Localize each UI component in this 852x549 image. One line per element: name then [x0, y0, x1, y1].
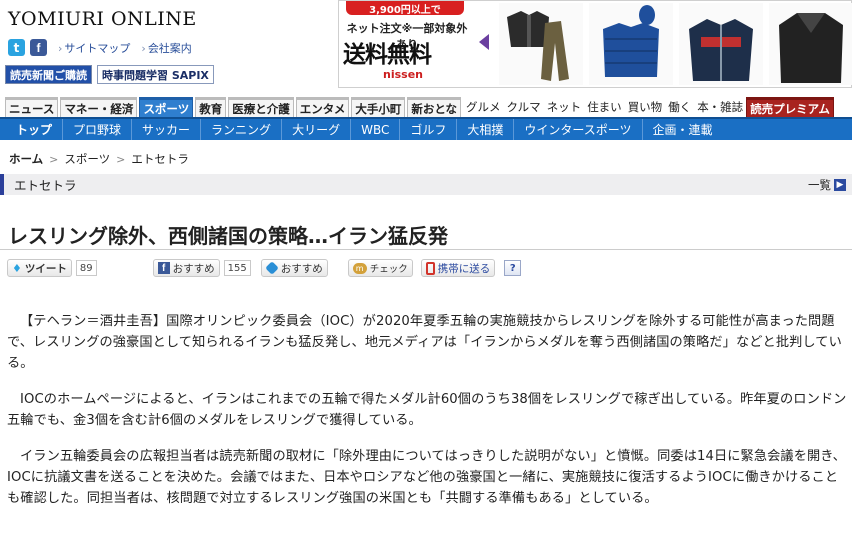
subnav-features[interactable]: 企画・連載	[643, 119, 723, 140]
nav-link-car[interactable]: クルマ	[507, 97, 541, 117]
recommend-button[interactable]: おすすめ	[260, 259, 328, 277]
share-bar: ♦ ツイート 89 f おすすめ 155 おすすめ m チェック 携帯に送る ?	[7, 258, 522, 278]
subnav-soccer[interactable]: サッカー	[132, 119, 202, 140]
facebook-count: 155	[223, 260, 251, 276]
article-paragraph: IOCのホームページによると、イランはこれまでの五輪で得たメダル計60個のうち3…	[7, 392, 847, 428]
tab-medical[interactable]: 医療と介護	[228, 97, 294, 117]
facebook-recommend-label: おすすめ	[172, 262, 215, 275]
nav-link-gourmet[interactable]: グルメ	[466, 97, 501, 117]
facebook-recommend-button[interactable]: f おすすめ	[152, 259, 220, 277]
nav-link-work[interactable]: 働く	[668, 97, 691, 117]
nav-link-housing[interactable]: 住まい	[587, 97, 622, 117]
subnav-winter[interactable]: ウインタースポーツ	[514, 119, 643, 140]
tweet-button[interactable]: ♦ ツイート	[7, 259, 72, 277]
facebook-icon[interactable]: f	[30, 39, 47, 56]
sports-sub-nav: トップ プロ野球 サッカー ランニング 大リーグ WBC ゴルフ 大相撲 ウイン…	[0, 117, 852, 140]
article-paragraph: イラン五輪委員会の広報担当者は読売新聞の取材に「除外理由についてはっきりした説明…	[7, 449, 846, 506]
facebook-icon: f	[157, 262, 170, 274]
promo-buttons: 読売新聞ご購読 時事問題学習 SAPIX	[5, 65, 214, 84]
site-header: YOMIURI ONLINE t f サイトマップ 会社案内 読売新聞ご購読 時…	[0, 0, 852, 92]
subnav-wbc[interactable]: WBC	[351, 119, 401, 140]
mixi-icon: m	[352, 262, 367, 274]
breadcrumb-separator-icon: >	[116, 152, 126, 166]
recommend-icon	[264, 261, 279, 275]
mobile-phone-icon	[425, 261, 435, 275]
ad-tag: 3,900円以上で	[346, 1, 464, 16]
breadcrumb-sports[interactable]: スポーツ	[64, 151, 110, 167]
tweet-label: ツイート	[24, 262, 67, 275]
article-paragraph: 【テヘラン＝酒井圭吾】国際オリンピック委員会（IOC）が2020年夏季五輪の実施…	[7, 314, 842, 371]
nav-link-shopping[interactable]: 買い物	[628, 97, 663, 117]
breadcrumb-current: エトセトラ	[131, 152, 189, 166]
banner-ad[interactable]: 3,900円以上で ネット注文※一部対象外あり 送料無料 nissen	[338, 0, 852, 88]
section-header: エトセトラ 一覧 ▶	[0, 174, 852, 195]
article-title: レスリング除外、西側諸国の策略…イラン猛反発	[8, 224, 448, 248]
subnav-baseball[interactable]: プロ野球	[63, 119, 133, 140]
tab-komachi[interactable]: 大手小町	[351, 97, 406, 117]
section-title: エトセトラ	[14, 178, 77, 193]
tweet-count: 89	[75, 260, 97, 276]
send-to-mobile-button[interactable]: 携帯に送る	[420, 259, 496, 277]
tab-money[interactable]: マネー・経済	[60, 97, 138, 117]
breadcrumb-home[interactable]: ホーム	[9, 151, 43, 167]
article-body: 【テヘラン＝酒井圭吾】国際オリンピック委員会（IOC）が2020年夏季五輪の実施…	[7, 311, 849, 524]
ad-prev-arrow-icon[interactable]	[479, 34, 489, 50]
subnav-running[interactable]: ランニング	[201, 119, 283, 140]
arrow-right-icon: ▶	[834, 178, 846, 191]
ad-text-block: 3,900円以上で ネット注文※一部対象外あり 送料無料 nissen	[339, 1, 471, 87]
breadcrumb-separator-icon: >	[49, 152, 59, 166]
product-hoodie-image[interactable]	[679, 3, 763, 85]
ad-brand: nissen	[383, 68, 423, 81]
subscribe-button[interactable]: 読売新聞ご購読	[5, 65, 92, 84]
section-list-label: 一覧	[808, 177, 831, 192]
tab-premium[interactable]: 読売プレミアム	[746, 97, 834, 117]
tab-entame[interactable]: エンタメ	[295, 97, 350, 117]
twitter-bird-icon: ♦	[12, 261, 22, 275]
sapix-button[interactable]: 時事問題学習 SAPIX	[97, 65, 214, 84]
breadcrumb: ホーム > スポーツ > エトセトラ	[9, 151, 189, 167]
title-divider	[0, 249, 852, 250]
product-jacket-pants-image[interactable]	[499, 3, 583, 85]
twitter-icon[interactable]: t	[8, 39, 25, 56]
tab-sports[interactable]: スポーツ	[139, 97, 194, 117]
social-links: t f サイトマップ 会社案内	[8, 39, 192, 56]
send-to-mobile-label: 携帯に送る	[437, 262, 491, 275]
main-nav: ニュース マネー・経済 スポーツ 教育 医療と介護 エンタメ 大手小町 新おとな…	[5, 95, 852, 117]
mixi-label: チェック	[369, 264, 408, 275]
recommend-label: おすすめ	[280, 262, 323, 275]
company-link[interactable]: 会社案内	[141, 40, 192, 56]
section-list-link[interactable]: 一覧 ▶	[808, 177, 846, 193]
help-button[interactable]: ?	[504, 260, 522, 276]
subnav-mlb[interactable]: 大リーグ	[282, 119, 352, 140]
site-logo[interactable]: YOMIURI ONLINE	[8, 8, 197, 30]
subnav-sumo[interactable]: 大相撲	[457, 119, 515, 140]
mixi-check-button[interactable]: m チェック	[347, 259, 413, 277]
tab-news[interactable]: ニュース	[5, 97, 59, 117]
subnav-golf[interactable]: ゴルフ	[400, 119, 458, 140]
tab-shin-otona[interactable]: 新おとな	[407, 97, 462, 117]
nav-link-books[interactable]: 本・雑誌	[697, 97, 743, 117]
product-down-jacket-image[interactable]	[589, 3, 673, 85]
ad-headline: 送料無料	[343, 41, 432, 68]
product-coat-image[interactable]	[769, 3, 852, 85]
tab-education[interactable]: 教育	[195, 97, 227, 117]
nav-link-net[interactable]: ネット	[547, 97, 582, 117]
subnav-top[interactable]: トップ	[6, 119, 64, 140]
sitemap-link[interactable]: サイトマップ	[58, 40, 130, 56]
